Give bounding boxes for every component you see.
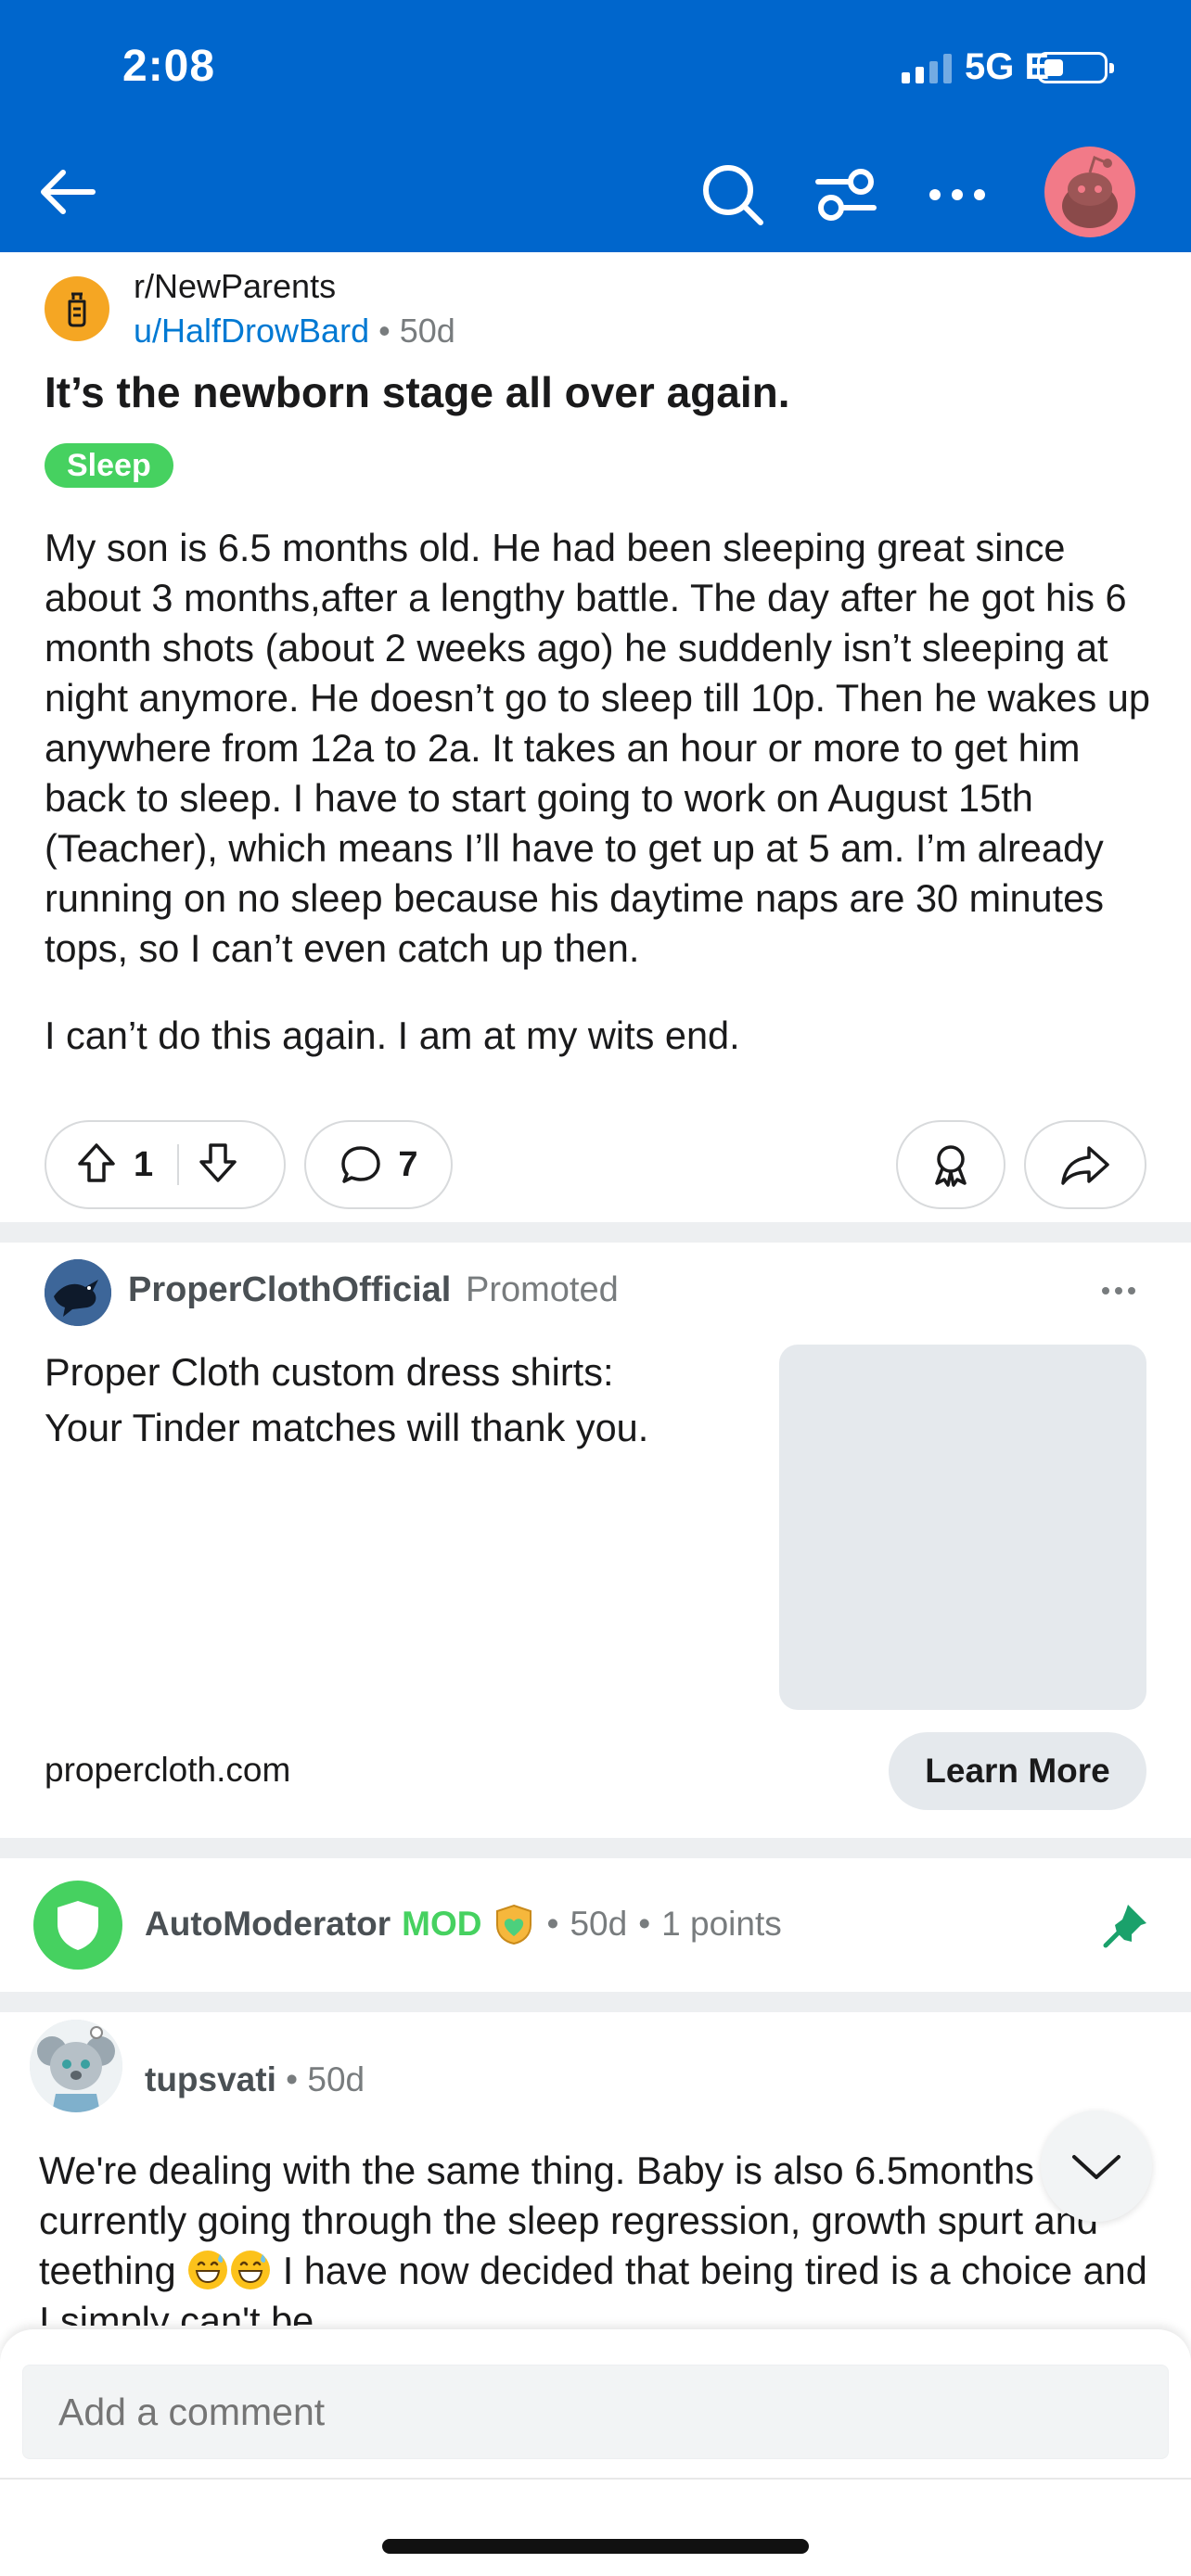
upvote-button[interactable] [76,1141,117,1189]
comments-button[interactable]: 7 [304,1120,453,1209]
sliders-icon [815,169,877,221]
post-author[interactable]: u/HalfDrowBard [134,312,369,350]
post-paragraph: I can’t do this again. I am at my wits e… [45,1014,740,1057]
post-body: My son is 6.5 months old. He had been sl… [45,523,1158,1098]
comment-age: 50d [307,2060,365,2098]
sort-button[interactable] [807,156,885,234]
ad-headline-line: Your Tinder matches will thank you. [45,1406,649,1449]
automod-meta: AutoModerator MOD • 50d • 1 points [145,1903,782,1945]
subreddit-icon[interactable] [45,276,109,341]
scroll-down-button[interactable] [1041,2111,1152,2222]
comment-count: 7 [398,1144,418,1184]
post-byline: u/HalfDrowBard • 50d [134,312,455,351]
more-options-button[interactable] [918,156,996,234]
post-title: It’s the newborn stage all over again. [45,368,790,416]
grinning-sweat-emoji-icon [188,2251,228,2289]
app-header: 2:08 5G E [0,0,1191,252]
subreddit-name[interactable]: r/NewParents [134,267,336,306]
byline-separator: • [378,312,391,350]
grinning-sweat-emoji-icon [231,2251,271,2289]
user-avatar-button[interactable] [1044,147,1135,237]
shield-icon [58,1901,98,1950]
ad-headline[interactable]: Proper Cloth custom dress shirts: Your T… [45,1345,749,1456]
baby-bottle-icon [68,292,86,327]
advertiser-avatar[interactable] [45,1259,111,1326]
upvote-arrow-icon [78,1142,115,1182]
comment-body: We're dealing with the same thing. Baby … [39,2146,1152,2326]
search-icon [703,165,763,225]
battery-icon [1037,52,1114,83]
automoderator-avatar[interactable] [33,1881,122,1970]
back-button[interactable] [30,154,106,230]
promoted-label: Promoted [466,1270,619,1309]
home-indicator[interactable] [382,2539,809,2554]
award-button[interactable] [896,1120,1005,1209]
advertiser-name[interactable]: ProperClothOfficial [128,1270,451,1310]
award-icon [935,1145,967,1187]
post-age: 50d [399,312,455,350]
vote-bar: 1 [45,1120,286,1209]
section-divider [0,1992,1191,2012]
comment-author[interactable]: tupsvati [145,2060,276,2098]
section-divider [0,1838,1191,1858]
post-flair[interactable]: Sleep [45,443,173,488]
downvote-button[interactable] [198,1141,238,1189]
automod-points: 1 points [661,1905,782,1943]
ad-headline-line: Proper Cloth custom dress shirts: [45,1350,614,1394]
commenter-avatar[interactable] [30,2020,122,2112]
learn-more-button[interactable]: Learn More [889,1732,1146,1810]
ad-domain[interactable]: propercloth.com [45,1751,290,1790]
koala-avatar-icon [30,2020,122,2112]
comment-bubble-icon [341,1146,381,1183]
snoo-avatar-icon [1062,155,1118,228]
signal-icon [902,54,952,83]
post-header: r/NewParents u/HalfDrowBard • 50d [45,261,1158,354]
share-arrow-icon [1061,1146,1109,1185]
section-divider [0,1222,1191,1243]
post-paragraph: My son is 6.5 months old. He had been sl… [45,526,1150,970]
raven-logo-icon [45,1259,111,1326]
status-time: 2:08 [122,42,216,91]
share-button[interactable] [1024,1120,1146,1209]
mod-shield-badge-icon [496,1904,532,1945]
downvote-arrow-icon [199,1142,237,1182]
composer-divider [0,2478,1191,2480]
pin-icon [1103,1905,1146,1948]
ad-more-button[interactable] [1091,1272,1146,1309]
mod-badge: MOD [402,1905,482,1943]
vote-divider [177,1144,180,1185]
add-comment-input[interactable] [22,2365,1169,2459]
meta-separator: • [546,1905,559,1943]
meta-separator: • [286,2060,299,2098]
pinned-indicator [1100,1899,1152,1951]
dot-icon [1102,1287,1109,1294]
automod-name[interactable]: AutoModerator [145,1905,391,1944]
dot-icon [1115,1287,1122,1294]
arrow-left-icon [41,170,96,214]
ad-image-placeholder[interactable] [779,1345,1146,1710]
automod-age: 50d [570,1905,628,1943]
more-horizontal-icon [929,189,985,200]
vote-count: 1 [134,1144,154,1184]
chevron-down-icon [1072,2155,1121,2179]
comment-meta: tupsvati • 50d [145,2060,365,2099]
search-button[interactable] [694,156,772,234]
dot-icon [1128,1287,1135,1294]
meta-separator: • [638,1905,651,1943]
